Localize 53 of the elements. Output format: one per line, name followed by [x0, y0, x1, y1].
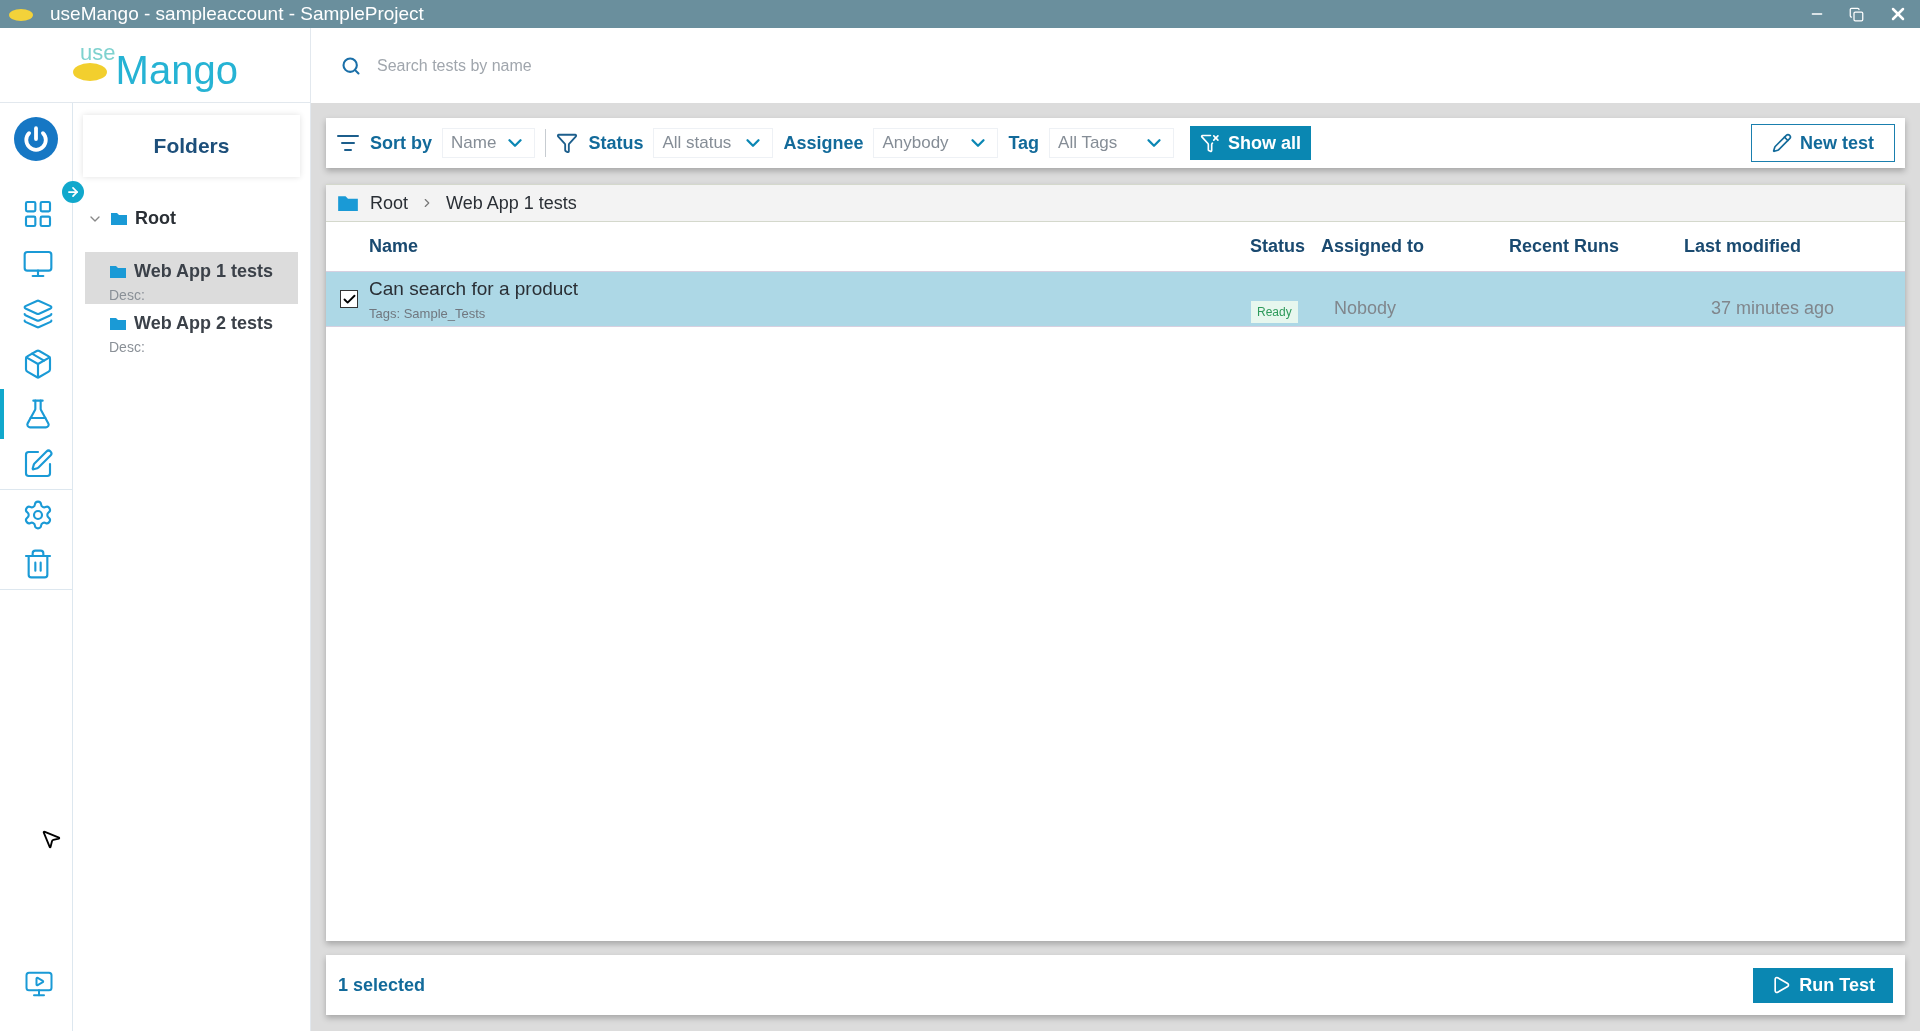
play-icon	[1771, 975, 1792, 995]
folder-name: Web App 2 tests	[134, 312, 274, 335]
folder-name: Web App 1 tests	[134, 260, 274, 283]
trash-icon	[22, 548, 54, 580]
sort-label: Sort by	[370, 131, 432, 155]
folder-icon	[110, 265, 126, 278]
edit-icon	[22, 448, 54, 480]
test-tags: Tags: Sample_Tests	[369, 303, 486, 323]
status-badge: Ready	[1251, 301, 1298, 323]
folder-description: Desc:	[109, 286, 145, 305]
tree-item-label[interactable]: Root	[135, 205, 176, 232]
package-icon	[22, 348, 54, 380]
new-test-button[interactable]: New test	[1750, 124, 1895, 162]
column-header[interactable]: Assigned to	[1321, 233, 1509, 260]
restore-icon[interactable]	[1849, 6, 1864, 22]
show-all-button[interactable]: Show all	[1190, 126, 1312, 160]
test-row[interactable]: Can search for a product Tags: Sample_Tests Ready Nobody 37 minutes ago	[326, 272, 1905, 327]
breadcrumb-link[interactable]: Root	[370, 189, 409, 217]
checkbox[interactable]	[340, 290, 358, 308]
breadcrumb-current: Web App 1 tests	[446, 191, 577, 215]
tag-label: Tag	[1008, 131, 1040, 155]
column-header[interactable]: Name	[369, 233, 1250, 260]
folder-description: Desc:	[109, 338, 145, 357]
column-header[interactable]: Recent Runs	[1509, 233, 1684, 260]
folders-header: Folders	[83, 115, 300, 177]
pencil-icon	[1771, 133, 1792, 153]
assignee-cell-text: Nobody	[1334, 297, 1398, 320]
modified-cell-text: 37 minutes ago	[1711, 297, 1835, 320]
window-title: useMango - sampleaccount - SampleProject	[50, 1, 424, 26]
column-header[interactable]: Status	[1250, 233, 1321, 260]
folder-item[interactable]: Web App 1 tests Desc:	[85, 252, 298, 304]
cursor-icon	[40, 828, 62, 850]
layers-icon	[22, 298, 54, 330]
search-icon	[341, 55, 361, 76]
selection-count: 1 selected	[338, 973, 426, 997]
filter-icon	[556, 132, 579, 154]
folder-icon	[111, 212, 127, 225]
settings-icon	[22, 498, 54, 531]
monitor-play-icon[interactable]	[24, 969, 54, 999]
test-name: Can search for a product	[369, 277, 579, 301]
search-field[interactable]: Search tests by name	[377, 53, 941, 78]
column-header[interactable]: Last modified	[1684, 233, 1801, 260]
status-label: Status	[588, 131, 644, 155]
monitor-icon	[22, 248, 54, 280]
folder-item[interactable]: Web App 2 tests Desc:	[85, 304, 298, 356]
folder-icon	[110, 317, 126, 330]
dashboard-icon	[22, 198, 54, 230]
mango-icon	[8, 6, 34, 22]
assignee-label: Assignee	[783, 131, 864, 155]
power-logo-icon[interactable]	[14, 117, 58, 161]
filter-off-icon	[1200, 133, 1221, 153]
run-test-button[interactable]: Run Test	[1753, 967, 1893, 1003]
folder-icon	[338, 195, 358, 211]
